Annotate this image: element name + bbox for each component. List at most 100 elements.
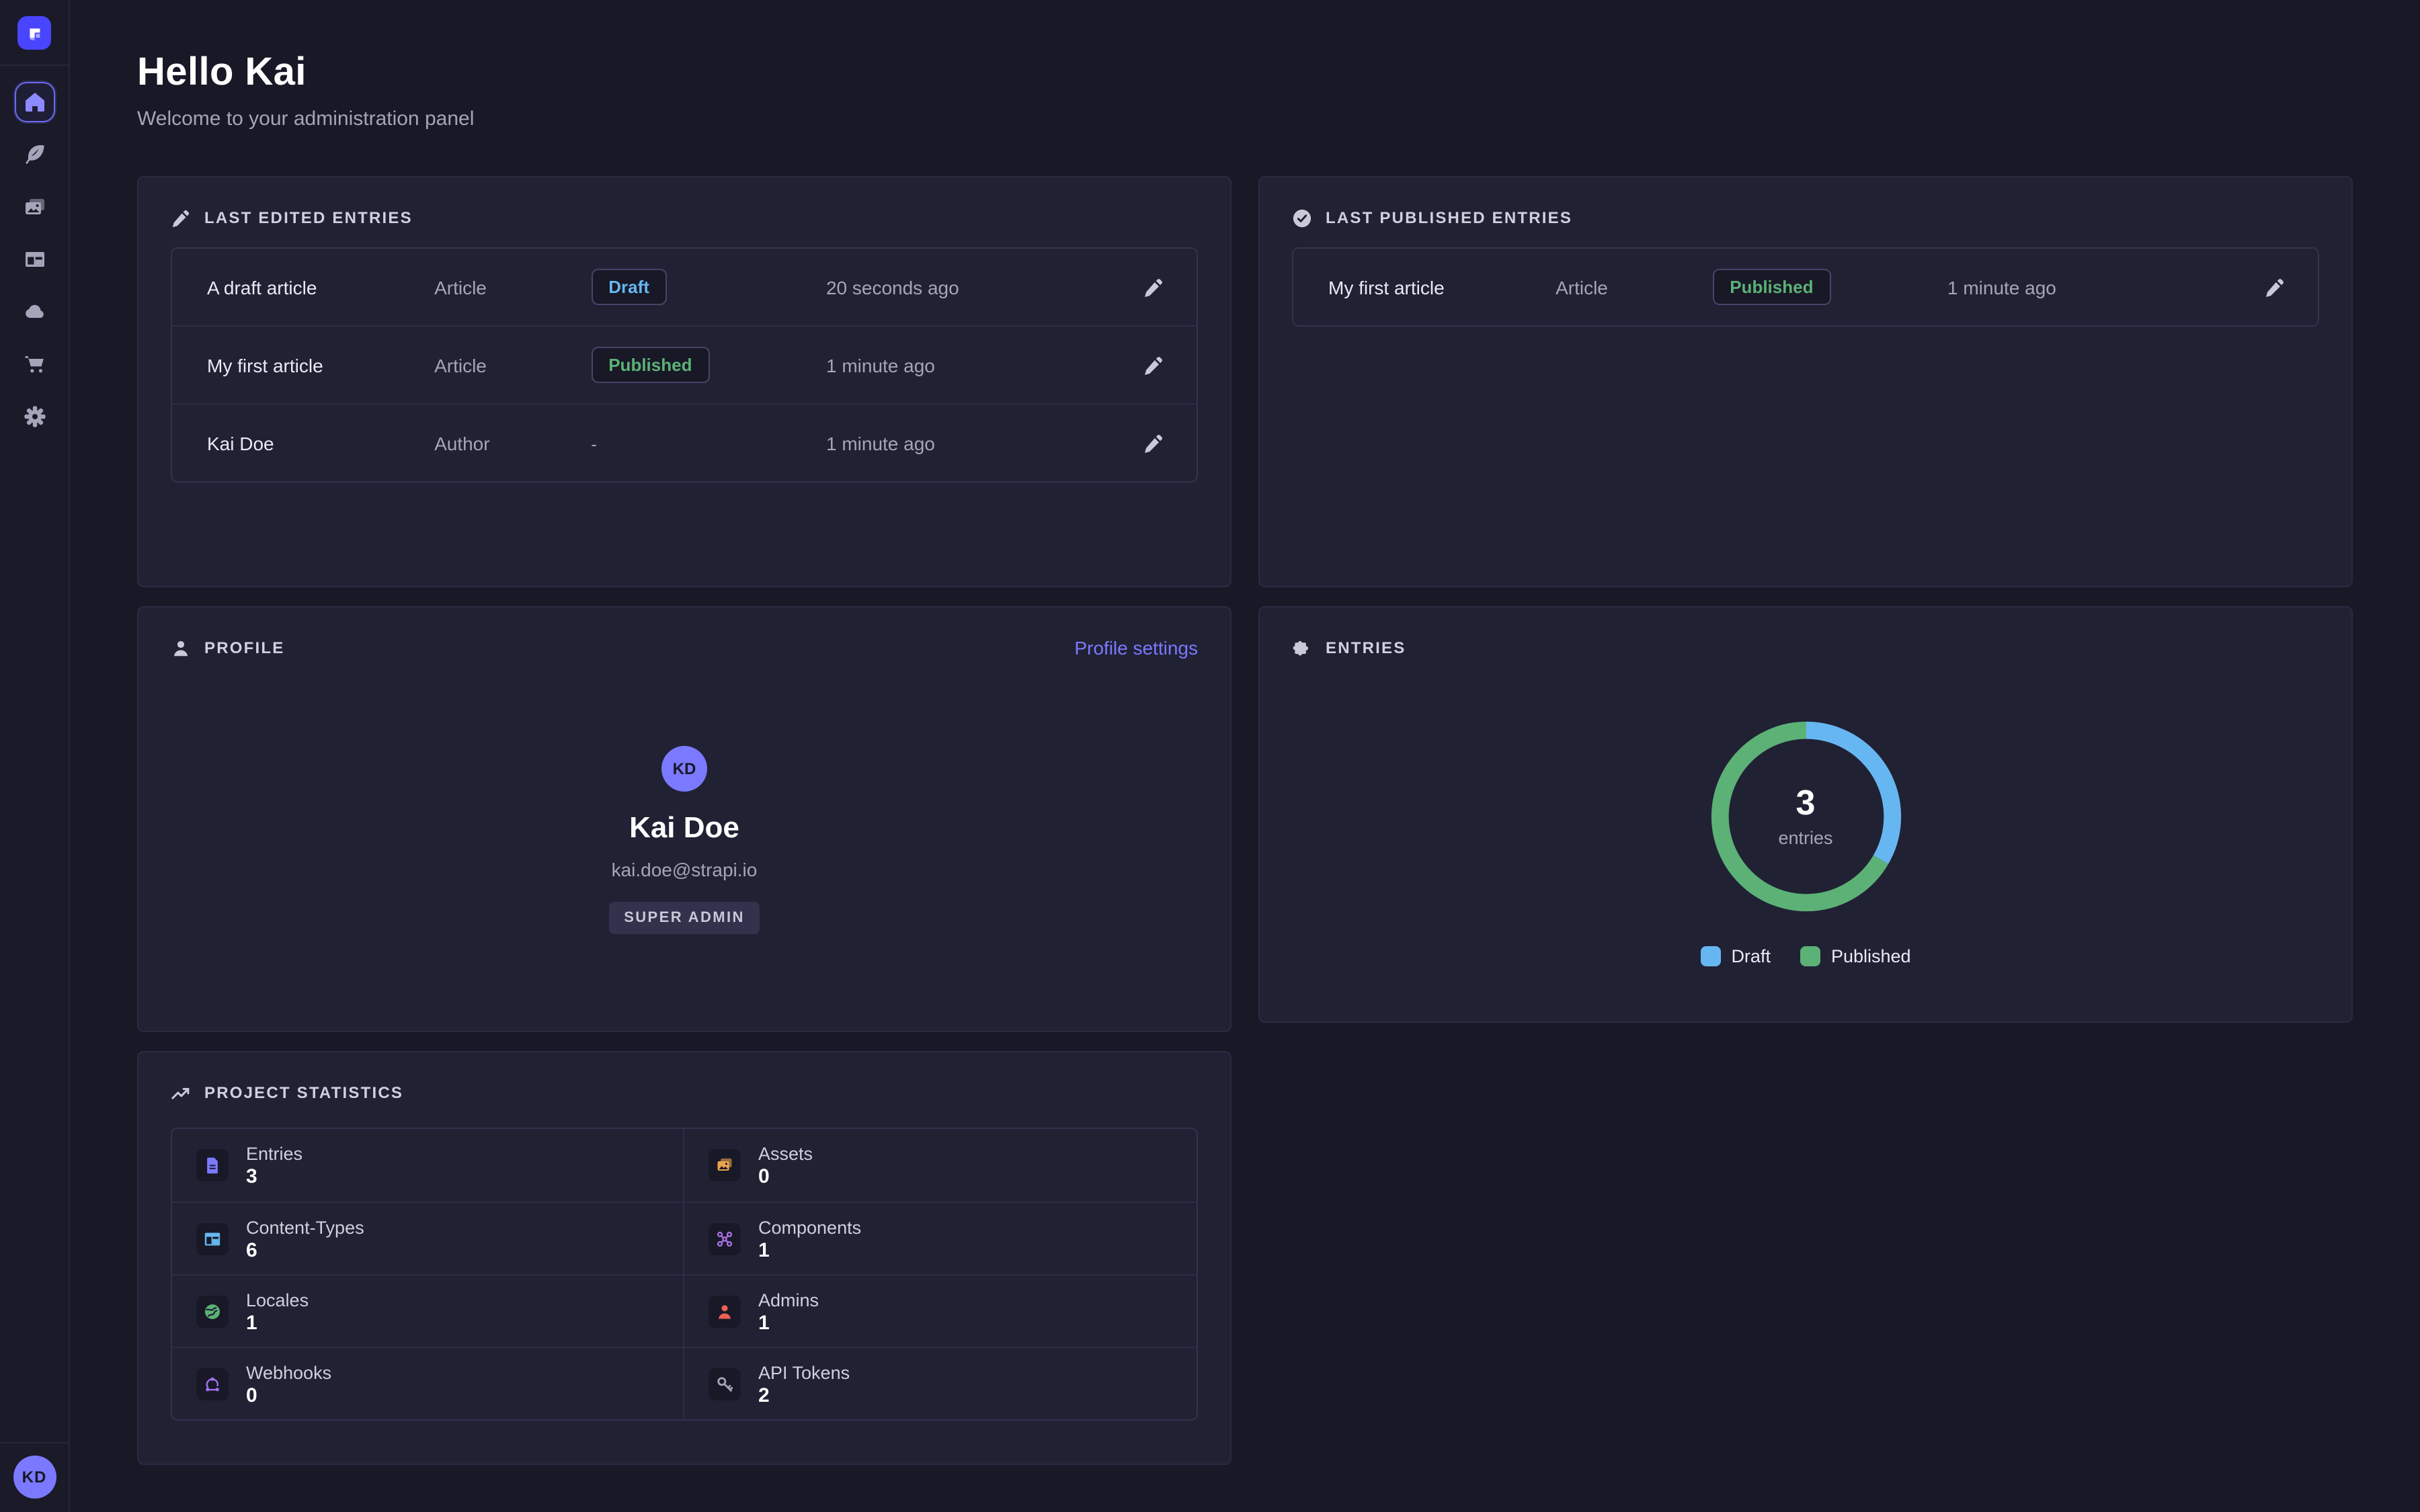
panel-title: PROJECT STATISTICS (204, 1083, 403, 1102)
panel-last-published-entries: LAST PUBLISHED ENTRIES My first article … (1258, 176, 2353, 587)
stat-value: 1 (758, 1312, 819, 1333)
entry-time: 1 minute ago (1947, 276, 2245, 298)
main-content: Hello Kai Welcome to your administration… (70, 0, 2420, 1512)
stat-admins: Admins 1 (684, 1274, 1197, 1347)
stat-value: 1 (758, 1240, 861, 1260)
entry-name: My first article (1328, 276, 1556, 298)
stat-api-tokens: API Tokens 2 (684, 1347, 1197, 1419)
user-avatar[interactable]: KD (13, 1456, 56, 1499)
edit-entry-button[interactable] (1137, 349, 1170, 381)
marketplace-cart-icon (22, 352, 46, 376)
puzzle-icon (1292, 638, 1312, 658)
stat-value: 1 (246, 1312, 309, 1333)
content-manager-feather-icon (22, 142, 46, 167)
app-root: KD Hello Kai Welcome to your administrat… (0, 0, 2420, 1512)
profile-role-badge: SUPER ADMIN (609, 902, 760, 934)
page-title: Hello Kai (137, 51, 2353, 95)
panel-profile: PROFILE Profile settings KD Kai Doe kai.… (137, 606, 1232, 1032)
sidebar-item-marketplace[interactable] (14, 344, 54, 384)
entry-time: 1 minute ago (826, 354, 1124, 376)
trending-up-icon (171, 1083, 191, 1103)
stat-value: 2 (758, 1385, 850, 1405)
donut-center: 3 entries (1708, 719, 1903, 914)
panel-header: LAST PUBLISHED ENTRIES (1292, 206, 2319, 230)
table-row[interactable]: My first article Article Published 1 min… (1293, 249, 2318, 325)
last-edited-table: A draft article Article Draft 20 seconds… (171, 247, 1198, 482)
chart-legend: Draft Published (1700, 946, 1910, 966)
edit-entry-button[interactable] (2259, 271, 2291, 303)
panel-title: PROFILE (204, 638, 284, 657)
media-library-icon (22, 195, 46, 219)
settings-gear-icon (22, 405, 46, 429)
sidebar-item-home[interactable] (14, 82, 54, 122)
panel-header: PROJECT STATISTICS (171, 1081, 1198, 1105)
stat-value: 6 (246, 1240, 364, 1260)
stat-label: Admins (758, 1290, 819, 1310)
pencil-icon (1143, 432, 1164, 454)
legend-item-published: Published (1800, 946, 1911, 966)
stat-label: Locales (246, 1290, 309, 1310)
status-badge: Published (1712, 269, 1830, 305)
panel-header: LAST EDITED ENTRIES (171, 206, 1198, 230)
profile-name: Kai Doe (629, 810, 739, 845)
content-type-builder-icon (22, 247, 46, 271)
sidebar-item-content-type-builder[interactable] (14, 239, 54, 280)
stat-webhooks: Webhooks 0 (172, 1347, 684, 1419)
table-row[interactable]: My first article Article Published 1 min… (172, 325, 1197, 403)
edit-entry-button[interactable] (1137, 271, 1170, 303)
stats-grid: Entries 3 Assets 0 (171, 1128, 1198, 1421)
donut: 3 entries (1708, 719, 1903, 914)
sidebar-item-content-manager[interactable] (14, 134, 54, 175)
panel-header: ENTRIES (1292, 636, 2319, 660)
stat-value: 0 (758, 1167, 813, 1187)
table-row[interactable]: Kai Doe Author - 1 minute ago (172, 403, 1197, 481)
status-badge: Published (591, 347, 709, 383)
stat-label: Components (758, 1217, 861, 1237)
logo-zone (0, 0, 69, 66)
table-row[interactable]: A draft article Article Draft 20 seconds… (172, 249, 1197, 325)
sidebar-item-media-library[interactable] (14, 187, 54, 227)
stat-assets: Assets 0 (684, 1129, 1197, 1202)
stat-locales: Locales 1 (172, 1274, 684, 1347)
strapi-logo[interactable] (17, 16, 51, 50)
cloud-icon (22, 300, 46, 324)
entry-name: Kai Doe (207, 432, 434, 454)
panel-last-edited-entries: LAST EDITED ENTRIES A draft article Arti… (137, 176, 1232, 587)
legend-chip-published (1800, 946, 1820, 966)
entry-type: Author (434, 432, 591, 454)
stat-label: API Tokens (758, 1362, 850, 1382)
person-icon (709, 1295, 741, 1327)
home-icon (22, 90, 46, 114)
pencil-icon (1143, 276, 1164, 298)
panel-title: ENTRIES (1326, 638, 1406, 657)
stat-label: Content-Types (246, 1217, 364, 1237)
profile-body: KD Kai Doe kai.doe@strapi.io SUPER ADMIN (171, 660, 1198, 934)
status-badge: Draft (591, 269, 667, 305)
page-subtitle: Welcome to your administration panel (137, 108, 2353, 130)
profile-email: kai.doe@strapi.io (612, 859, 758, 880)
panel-entries-chart: ENTRIES 3 entries (1258, 606, 2353, 1023)
legend-label: Draft (1731, 946, 1771, 966)
images-icon (709, 1149, 741, 1181)
sidebar-item-settings[interactable] (14, 396, 54, 437)
panel-title: LAST EDITED ENTRIES (204, 208, 413, 227)
stat-value: 3 (246, 1167, 302, 1187)
legend-item-draft: Draft (1700, 946, 1771, 966)
entry-name: My first article (207, 354, 434, 376)
sidebar-item-cloud[interactable] (14, 292, 54, 332)
pencil-icon (1143, 354, 1164, 376)
dashboard-grid: LAST EDITED ENTRIES A draft article Arti… (137, 176, 2353, 1465)
sidebar-nav (14, 82, 54, 437)
entry-name: A draft article (207, 276, 434, 298)
edit-entry-button[interactable] (1137, 427, 1170, 459)
webhook-icon (196, 1368, 229, 1400)
pencil-icon (171, 208, 191, 228)
globe-icon (196, 1295, 229, 1327)
panel-title: LAST PUBLISHED ENTRIES (1326, 208, 1572, 227)
profile-settings-link[interactable]: Profile settings (1074, 637, 1198, 659)
donut-total-label: entries (1778, 828, 1832, 848)
status-badge: - (591, 433, 597, 454)
stat-value: 0 (246, 1385, 331, 1405)
stat-label: Assets (758, 1144, 813, 1164)
entry-type: Article (434, 276, 591, 298)
